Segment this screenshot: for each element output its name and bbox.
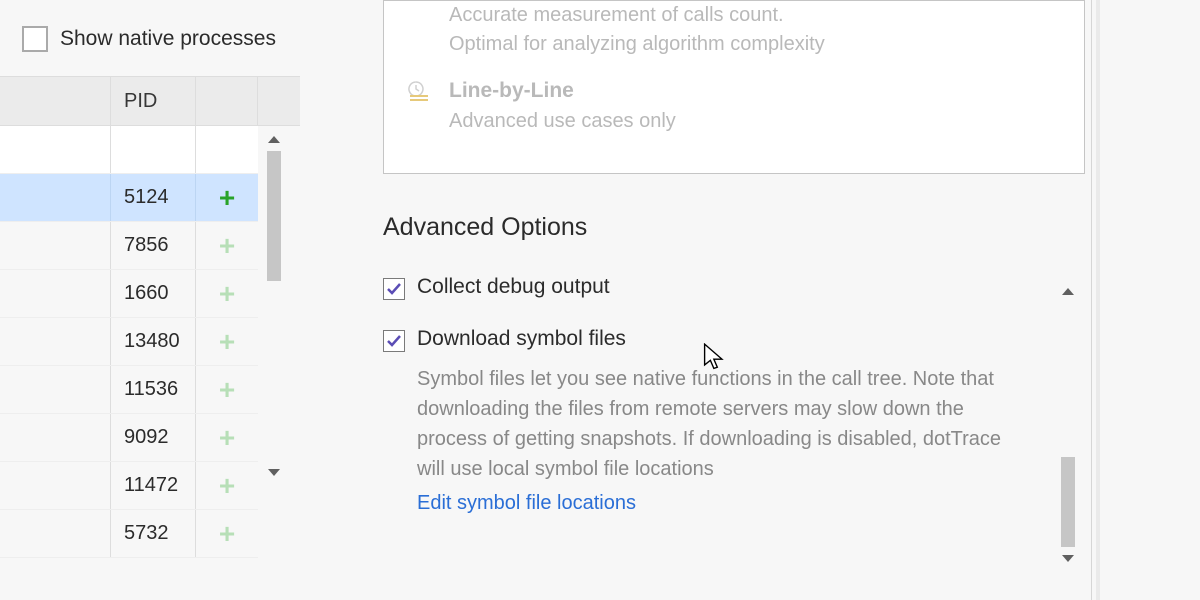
show-native-checkbox[interactable]	[22, 26, 48, 52]
attach-button[interactable]: +	[196, 318, 258, 365]
scroll-thumb[interactable]	[267, 151, 281, 281]
table-row[interactable]: 5124 +	[0, 174, 258, 222]
plus-icon: +	[219, 422, 235, 454]
process-pid-cell: 1660	[111, 270, 196, 317]
collect-debug-checkbox[interactable]	[383, 278, 405, 300]
profiling-mode-title: Line-by-Line	[449, 79, 1064, 103]
attach-button[interactable]: +	[196, 366, 258, 413]
table-row[interactable]: 11472 +	[0, 462, 258, 510]
process-list-scrollbar[interactable]	[262, 126, 286, 486]
profiling-mode-linebyline[interactable]: Line-by-Line Advanced use cases only	[384, 79, 1084, 156]
process-filter-action	[196, 126, 258, 173]
profiling-mode-tracing[interactable]: Accurate measurement of calls count. Opt…	[384, 1, 1084, 79]
attach-button[interactable]: +	[196, 462, 258, 509]
process-name-cell	[0, 366, 111, 413]
table-row[interactable]: 11536 +	[0, 366, 258, 414]
options-panel: Accurate measurement of calls count. Opt…	[300, 0, 1200, 600]
process-pid-cell: 9092	[111, 414, 196, 461]
process-name-cell	[0, 462, 111, 509]
process-filter-row[interactable]	[0, 126, 258, 174]
process-rows: 5124 + 7856 + 1660	[0, 126, 258, 486]
download-symbol-files-option[interactable]: Download symbol files Symbol files let y…	[383, 327, 1040, 515]
table-row[interactable]: 7856 +	[0, 222, 258, 270]
process-table: PID 5124 +	[0, 76, 300, 600]
scroll-down-icon[interactable]	[1062, 555, 1074, 562]
process-name-cell	[0, 318, 111, 365]
table-row[interactable]: 5732 +	[0, 510, 258, 558]
attach-button[interactable]: +	[196, 414, 258, 461]
options-scrollbar[interactable]	[1056, 280, 1080, 570]
attach-button[interactable]: +	[196, 270, 258, 317]
collect-debug-output-option[interactable]: Collect debug output	[383, 275, 1040, 300]
process-name-cell	[0, 414, 111, 461]
table-row[interactable]: 13480 +	[0, 318, 258, 366]
process-column-action	[196, 77, 258, 125]
scroll-down-icon[interactable]	[268, 469, 280, 476]
scroll-up-icon[interactable]	[1062, 288, 1074, 295]
check-icon	[386, 281, 402, 297]
process-column-pid[interactable]: PID	[111, 77, 196, 125]
plus-icon: +	[219, 518, 235, 550]
process-list-panel: Show native processes PID	[0, 0, 300, 600]
download-symbols-checkbox[interactable]	[383, 330, 405, 352]
process-pid-cell: 11536	[111, 366, 196, 413]
process-pid-cell: 13480	[111, 318, 196, 365]
process-name-cell	[0, 510, 111, 557]
plus-icon: +	[219, 470, 235, 502]
scroll-track[interactable]	[1061, 303, 1075, 547]
show-native-label: Show native processes	[60, 27, 276, 51]
plus-icon: +	[219, 326, 235, 358]
process-filter-pid[interactable]	[111, 126, 196, 173]
process-pid-cell: 7856	[111, 222, 196, 269]
advanced-options-heading: Advanced Options	[383, 213, 587, 242]
attach-button[interactable]: +	[196, 222, 258, 269]
process-filter-name[interactable]	[0, 126, 111, 173]
panel-splitter-line	[1091, 0, 1092, 600]
linebyline-icon	[404, 79, 434, 136]
plus-icon: +	[219, 278, 235, 310]
process-table-header: PID	[0, 76, 300, 126]
process-name-cell	[0, 222, 111, 269]
plus-icon: +	[219, 182, 235, 214]
edit-symbol-locations-link[interactable]: Edit symbol file locations	[417, 492, 1040, 515]
profiling-mode-desc: Accurate measurement of calls count. Opt…	[449, 1, 1064, 59]
table-row[interactable]: 1660 +	[0, 270, 258, 318]
plus-icon: +	[219, 230, 235, 262]
download-symbols-help: Symbol files let you see native function…	[417, 364, 1007, 484]
plus-icon: +	[219, 374, 235, 406]
process-pid-cell: 5124	[111, 174, 196, 221]
show-native-processes-option[interactable]: Show native processes	[0, 0, 300, 76]
profiling-mode-desc: Advanced use cases only	[449, 107, 1064, 136]
attach-button[interactable]: +	[196, 510, 258, 557]
scroll-up-icon[interactable]	[268, 136, 280, 143]
process-column-name[interactable]	[0, 77, 111, 125]
scroll-thumb[interactable]	[1061, 457, 1075, 547]
process-name-cell	[0, 174, 111, 221]
process-column-scrollgutter	[258, 77, 300, 125]
table-row[interactable]: 9092 +	[0, 414, 258, 462]
tracing-icon	[404, 1, 434, 59]
process-pid-cell: 11472	[111, 462, 196, 509]
download-symbols-label: Download symbol files	[417, 327, 626, 351]
profiling-mode-box: Accurate measurement of calls count. Opt…	[383, 0, 1085, 174]
attach-button[interactable]: +	[196, 174, 258, 221]
panel-splitter[interactable]	[1096, 0, 1100, 600]
check-icon	[386, 333, 402, 349]
process-pid-cell: 5732	[111, 510, 196, 557]
scroll-track[interactable]	[267, 151, 281, 461]
process-name-cell	[0, 270, 111, 317]
collect-debug-label: Collect debug output	[417, 275, 610, 299]
